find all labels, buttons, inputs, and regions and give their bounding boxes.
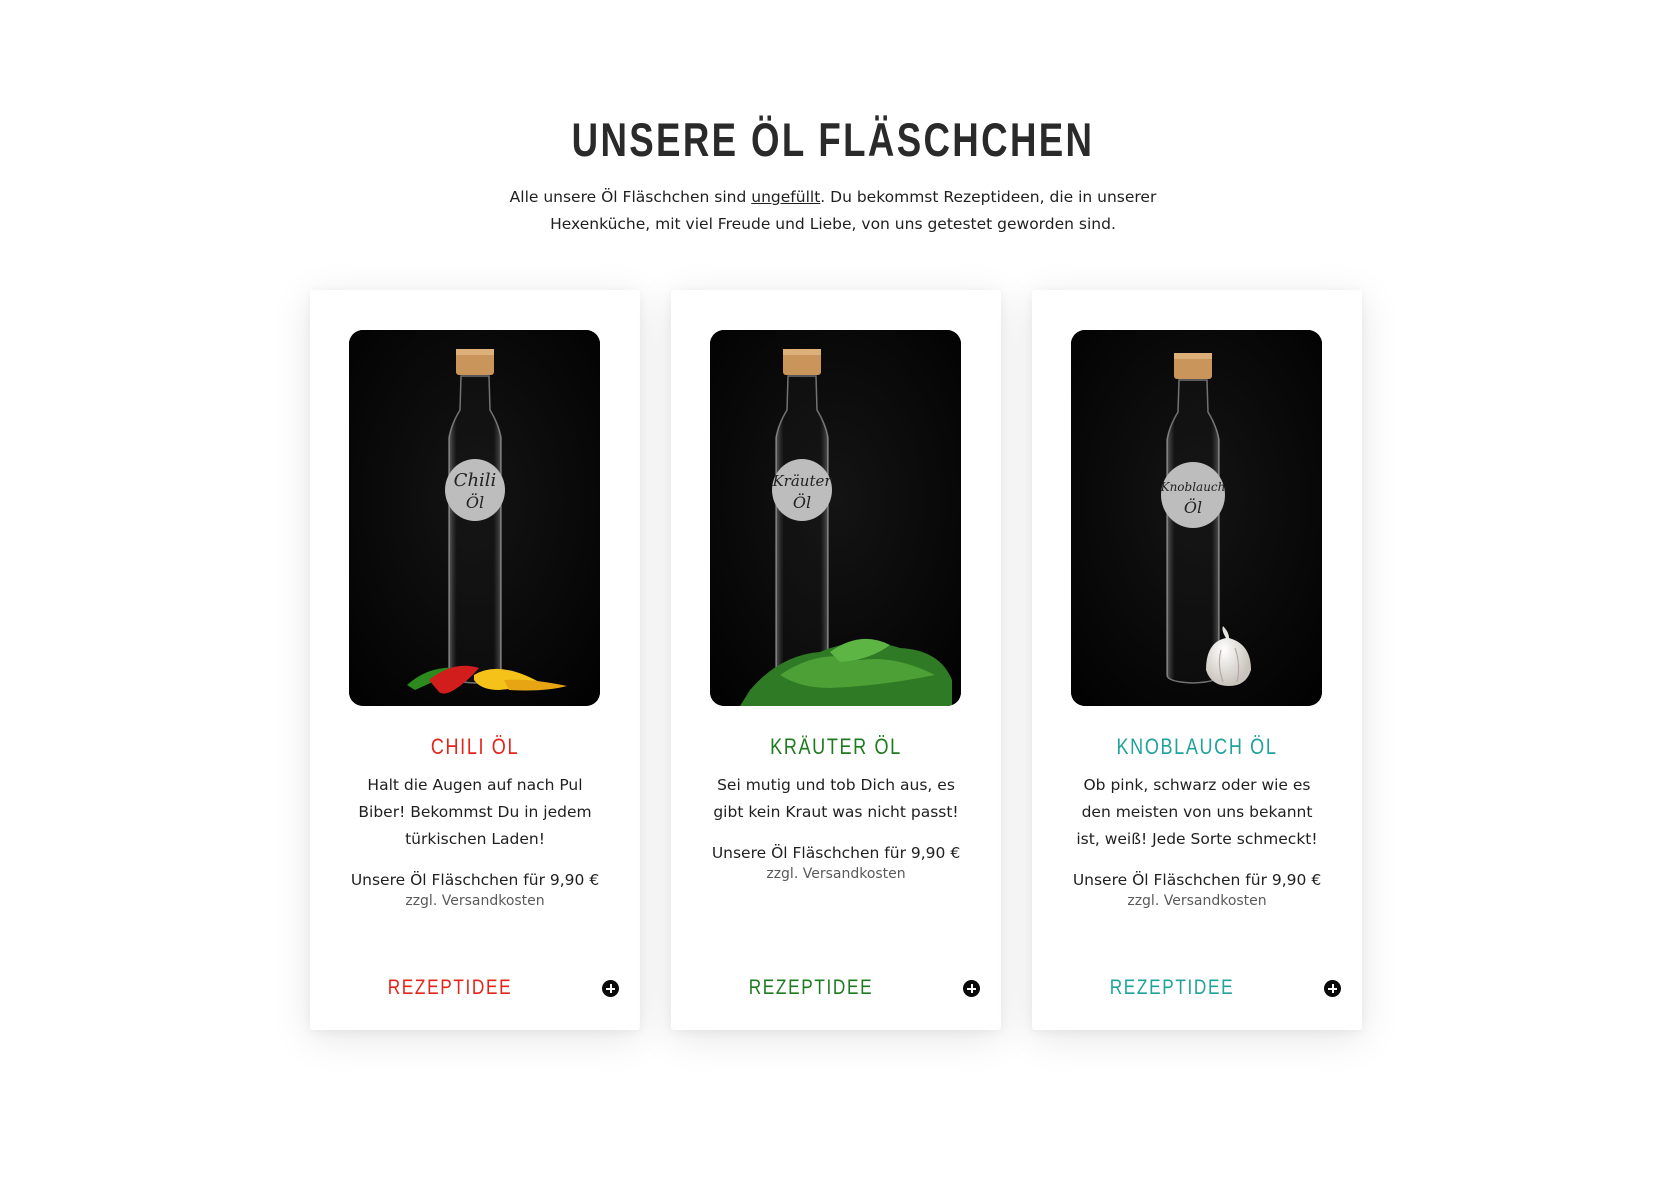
product-price: Unsere Öl Fläschchen für 9,90 €: [711, 844, 961, 862]
product-description: Halt die Augen auf nach Pul Biber! Bekom…: [358, 776, 592, 848]
plus-circle-icon[interactable]: [963, 980, 980, 997]
bottle-label-text: Öl: [793, 492, 811, 512]
rezeptidee-label: REZEPTIDEE: [387, 976, 513, 999]
knoblauch-oil-photo: Knoblauch Öl: [1071, 330, 1322, 706]
rezeptidee-button[interactable]: REZEPTIDEE: [671, 976, 1001, 1012]
product-description: Ob pink, schwarz oder wie es den meisten…: [1076, 776, 1318, 848]
section-intro: Alle unsere Öl Fläschchen sind ungefüllt…: [509, 188, 1157, 233]
product-price: Unsere Öl Fläschchen für 9,90 €: [1072, 871, 1322, 889]
bottle-label-text: Öl: [466, 492, 484, 512]
rezeptidee-button[interactable]: REZEPTIDEE: [310, 976, 640, 1012]
shipping-note: zzgl. Versandkosten: [766, 866, 906, 882]
product-card-chili: Chili Öl CHILI ÖL Halt die Augen auf nac…: [310, 290, 640, 1030]
ungefuellt-link[interactable]: ungefüllt: [751, 188, 820, 206]
bottle-label-text: Knoblauch: [1160, 480, 1226, 494]
kraeuter-oil-photo: Kräuter Öl: [710, 330, 961, 706]
plus-circle-icon[interactable]: [1324, 980, 1341, 997]
bottle-label-text: Chili: [454, 470, 497, 491]
product-title: KRÄUTER ÖL: [770, 734, 902, 759]
product-card-kraeuter: Kräuter Öl KRÄUTER ÖL Sei mutig und tob …: [671, 290, 1001, 1030]
product-price: Unsere Öl Fläschchen für 9,90 €: [350, 871, 600, 889]
product-title: CHILI ÖL: [430, 734, 520, 759]
chili-oil-photo: Chili Öl: [349, 330, 600, 706]
shipping-note: zzgl. Versandkosten: [405, 893, 545, 909]
rezeptidee-label: REZEPTIDEE: [1109, 976, 1235, 999]
section-title: UNSERE ÖL FLÄSCHCHEN: [571, 113, 1095, 166]
bottle-label-text: Öl: [1184, 497, 1202, 517]
rezeptidee-button[interactable]: REZEPTIDEE: [1032, 976, 1362, 1012]
bottle-label-text: Kräuter: [771, 472, 832, 490]
rezeptidee-label: REZEPTIDEE: [748, 976, 874, 999]
product-card-knoblauch: Knoblauch Öl KNOBLAUCH ÖL Ob pink, schwa…: [1032, 290, 1362, 1030]
plus-circle-icon[interactable]: [602, 980, 619, 997]
product-description: Sei mutig und tob Dich aus, es gibt kein…: [713, 776, 959, 821]
product-title: KNOBLAUCH ÖL: [1116, 734, 1278, 759]
shipping-note: zzgl. Versandkosten: [1127, 893, 1267, 909]
